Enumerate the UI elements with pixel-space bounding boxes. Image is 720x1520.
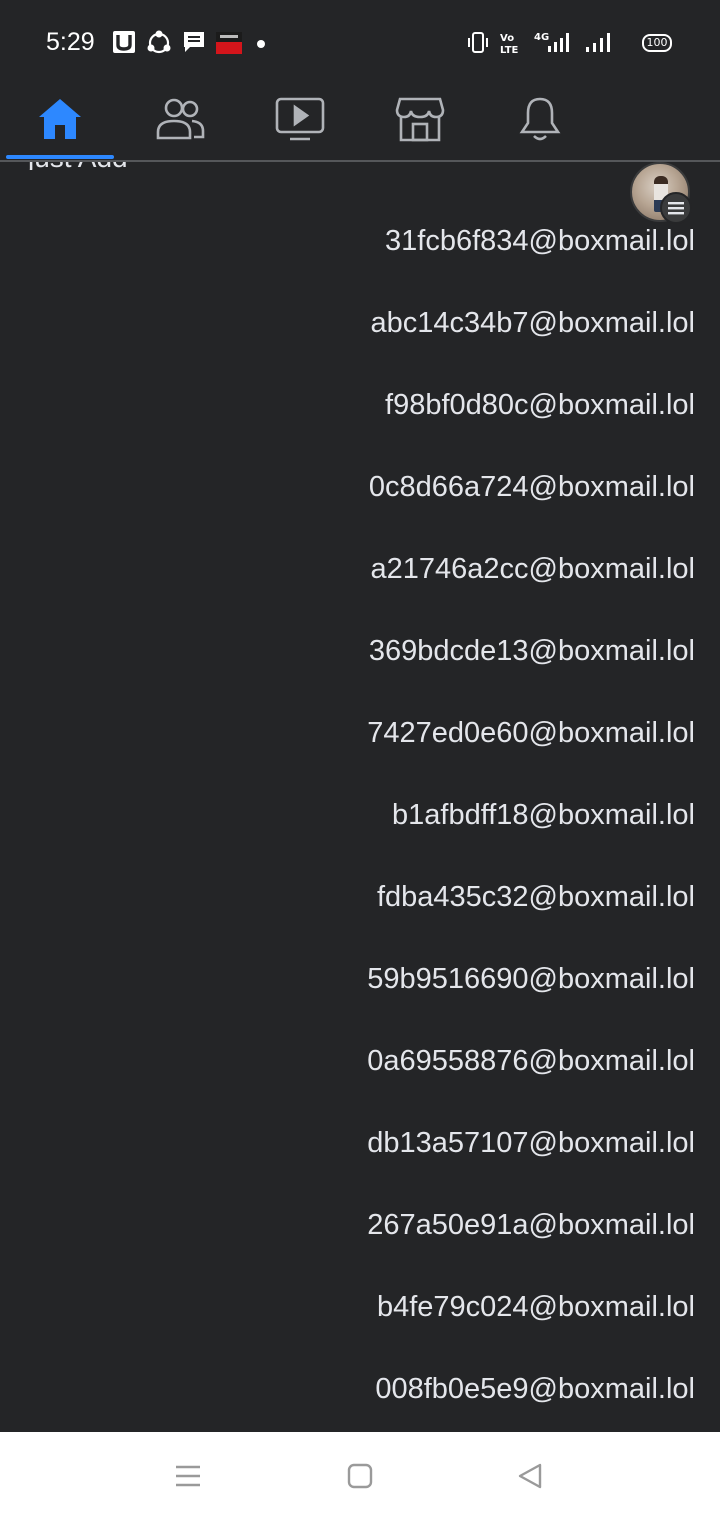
u-app-icon [113,31,135,53]
status-time: 5:29 [46,28,95,56]
email-item: 0c8d66a724@boxmail.lol [368,471,695,503]
dot-icon [257,40,265,48]
nav-tab-home[interactable] [0,80,120,158]
battery-indicator: 100 [642,34,672,52]
email-item: b4fe79c024@boxmail.lol [376,1291,695,1323]
email-item: fdba435c32@boxmail.lol [376,881,695,913]
top-nav [0,80,720,224]
email-item: a21746a2cc@boxmail.lol [370,553,695,585]
app-thumbnail-icon [216,32,242,54]
volte-icon: Vo LTE [500,33,519,56]
video-icon [275,97,325,141]
friends-icon [156,98,205,140]
marketplace-icon [395,97,445,142]
active-tab-indicator [6,155,114,159]
home-icon [39,99,81,139]
menu-icon[interactable] [174,1462,202,1490]
email-item: 31fcb6f834@boxmail.lol [385,225,695,257]
system-nav-bar [0,1432,720,1520]
svg-text:4G: 4G [534,32,549,43]
email-item: 008fb0e5e9@boxmail.lol [375,1373,695,1405]
status-bar: 5:29 Vo LTE 4G 100 [0,0,720,80]
email-item: 59b9516690@boxmail.lol [367,963,695,995]
nav-tab-marketplace[interactable] [360,80,480,158]
share-icon [147,30,171,54]
email-item: db13a57107@boxmail.lol [367,1127,695,1159]
vibrate-icon [468,32,488,53]
message-icon [184,32,204,52]
nav-tab-watch[interactable] [240,80,360,158]
email-list: 31fcb6f834@boxmail.lol abc14c34b7@boxmai… [95,210,695,1440]
nav-tab-notifications[interactable] [480,80,600,158]
signal-4g-icon: 4G [534,32,569,52]
email-item: 267a50e91a@boxmail.lol [367,1209,695,1241]
email-item: 369bdcde13@boxmail.lol [368,635,695,667]
svg-text:Vo: Vo [500,33,514,44]
email-item: 0a69558876@boxmail.lol [367,1045,695,1077]
signal-icon [586,33,610,52]
email-item: f98bf0d80c@boxmail.lol [385,389,695,421]
home-square-icon[interactable] [346,1462,374,1490]
back-triangle-icon[interactable] [516,1462,544,1490]
email-item: 7427ed0e60@boxmail.lol [367,717,695,749]
svg-text:LTE: LTE [500,45,519,56]
nav-tab-friends[interactable] [120,80,240,158]
bell-icon [519,97,561,141]
email-item: b1afbdff18@boxmail.lol [392,799,695,831]
email-item: abc14c34b7@boxmail.lol [370,307,695,339]
